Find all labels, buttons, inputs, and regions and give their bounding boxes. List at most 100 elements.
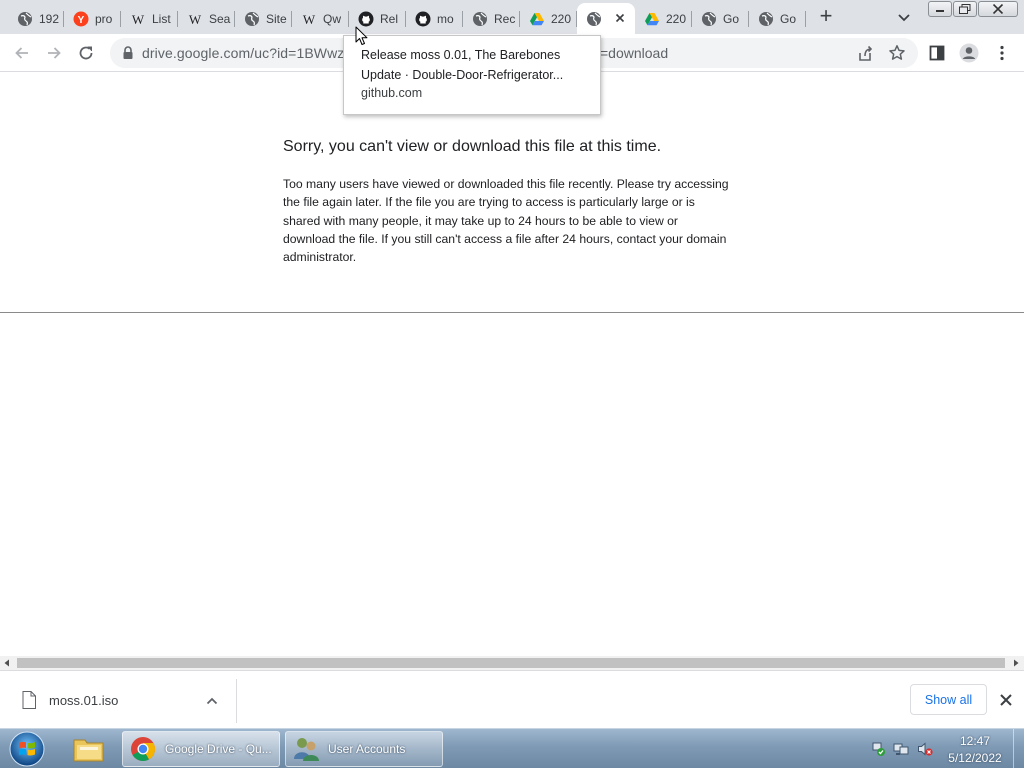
globe-icon xyxy=(472,11,488,27)
tab[interactable]: Ypro xyxy=(64,3,121,34)
tab[interactable]: W List xyxy=(121,3,178,34)
tab-title: 220 xyxy=(551,11,572,26)
minimize-icon xyxy=(936,10,944,12)
tab-separator xyxy=(805,11,806,27)
yandex-icon: Y xyxy=(73,11,89,27)
tab-title: Go xyxy=(780,11,797,26)
scrollbar-thumb[interactable] xyxy=(17,658,1005,668)
tab-title: 220 xyxy=(666,11,687,26)
volume-muted-icon[interactable] xyxy=(917,741,933,757)
svg-text:W: W xyxy=(132,12,145,27)
tab-close-icon[interactable] xyxy=(613,11,627,25)
chrome-icon xyxy=(131,737,156,762)
reload-button[interactable] xyxy=(75,42,97,64)
tab-title: Rec xyxy=(494,11,516,26)
tab-title: Sea xyxy=(209,11,231,26)
tab-title: mo xyxy=(437,11,454,26)
globe-icon xyxy=(17,11,33,27)
google-drive-icon xyxy=(644,11,660,27)
tab-strip: 192 Ypro W List W Sea Site W Qw Rel mo Rec 220 220 Go G… xyxy=(0,0,1024,34)
globe-icon xyxy=(701,11,717,27)
new-tab-button[interactable]: + xyxy=(815,5,837,28)
back-button[interactable] xyxy=(11,42,33,64)
folder-icon xyxy=(73,739,104,762)
tab-active[interactable] xyxy=(577,3,635,34)
globe-icon xyxy=(244,11,260,27)
github-icon xyxy=(415,11,431,27)
tab[interactable]: Rec xyxy=(463,3,520,34)
download-file-name[interactable]: moss.01.iso xyxy=(49,693,118,708)
star-icon[interactable] xyxy=(888,44,906,62)
forward-button[interactable] xyxy=(43,42,65,64)
minimize-button[interactable] xyxy=(928,1,952,17)
clock-date[interactable]: 5/12/2022 xyxy=(945,751,1005,765)
horizontal-scrollbar[interactable] xyxy=(0,656,1024,670)
wikipedia-icon: W xyxy=(187,11,203,27)
svg-text:W: W xyxy=(189,12,202,27)
error-message: Too many users have viewed or downloaded… xyxy=(283,177,729,265)
arrow-right-icon xyxy=(48,47,61,59)
globe-icon xyxy=(758,11,774,27)
restore-button[interactable] xyxy=(953,1,977,17)
tab[interactable]: 220 xyxy=(635,3,692,34)
tab[interactable]: Go xyxy=(749,3,806,34)
taskbar: Google Drive - Qu... User Accounts 12:47… xyxy=(0,728,1024,768)
url-text-end: =download xyxy=(600,45,669,61)
clock-time[interactable]: 12:47 xyxy=(945,734,1005,748)
file-icon[interactable] xyxy=(22,691,36,709)
action-center-icon[interactable] xyxy=(870,741,886,757)
windows-start-icon[interactable] xyxy=(7,730,47,768)
profile-button[interactable] xyxy=(958,42,980,64)
tab[interactable]: W Qw xyxy=(292,3,349,34)
tab[interactable]: 192 xyxy=(8,3,64,34)
show-all-button[interactable]: Show all xyxy=(910,684,987,715)
show-desktop-button[interactable] xyxy=(1013,729,1024,768)
chevron-up-icon[interactable] xyxy=(204,693,220,709)
window-close-button[interactable] xyxy=(978,1,1018,17)
svg-text:W: W xyxy=(303,12,316,27)
taskbar-button-label: User Accounts xyxy=(328,742,406,756)
tab[interactable]: 220 xyxy=(520,3,577,34)
explorer-taskbar-button[interactable] xyxy=(66,732,112,766)
reload-icon xyxy=(79,46,93,60)
tab-title: Go xyxy=(723,11,740,26)
arrow-left-icon xyxy=(15,47,28,59)
menu-button[interactable] xyxy=(991,42,1013,64)
svg-text:Y: Y xyxy=(78,15,85,26)
taskbar-button-label: Google Drive - Qu... xyxy=(165,742,272,756)
page-content: Sorry, you can't view or download this f… xyxy=(0,72,1024,656)
more-vertical-icon xyxy=(1000,45,1004,61)
taskbar-button-user-accounts[interactable]: User Accounts xyxy=(285,731,443,767)
error-title: Sorry, you can't view or download this f… xyxy=(283,138,662,155)
side-panel-icon xyxy=(929,45,945,61)
tab-title: Qw xyxy=(323,11,341,26)
network-icon[interactable] xyxy=(893,741,909,757)
tab[interactable]: mo xyxy=(406,3,463,34)
close-icon xyxy=(992,4,1004,14)
tooltip-domain: github.com xyxy=(361,86,423,100)
share-icon[interactable] xyxy=(856,45,874,63)
scroll-left-arrow-icon[interactable] xyxy=(3,659,11,667)
tab-hover-tooltip: Release moss 0.01, The Barebones Update … xyxy=(343,35,601,115)
tooltip-title: Release moss 0.01, The Barebones Update … xyxy=(361,48,564,82)
restore-icon xyxy=(959,4,971,14)
side-panel-button[interactable] xyxy=(926,42,948,64)
tab-title: pro xyxy=(95,11,113,26)
lock-icon[interactable] xyxy=(122,46,134,60)
taskbar-button-chrome[interactable]: Google Drive - Qu... xyxy=(122,731,280,767)
tab-title: List xyxy=(152,11,171,26)
globe-icon xyxy=(586,11,602,27)
tab[interactable]: W Sea xyxy=(178,3,235,34)
tab-search-button[interactable] xyxy=(895,8,913,26)
tab[interactable]: Go xyxy=(692,3,749,34)
tab-title: Rel xyxy=(380,11,399,26)
tab[interactable]: Site xyxy=(235,3,292,34)
avatar-icon xyxy=(959,43,979,63)
user-accounts-icon xyxy=(294,738,319,761)
github-icon xyxy=(358,11,374,27)
google-drive-icon xyxy=(529,11,545,27)
scroll-right-arrow-icon[interactable] xyxy=(1012,659,1020,667)
tab-title: Site xyxy=(266,11,287,26)
url-text: drive.google.com/uc?id=1BWwz xyxy=(142,45,345,61)
close-icon[interactable] xyxy=(997,691,1015,709)
